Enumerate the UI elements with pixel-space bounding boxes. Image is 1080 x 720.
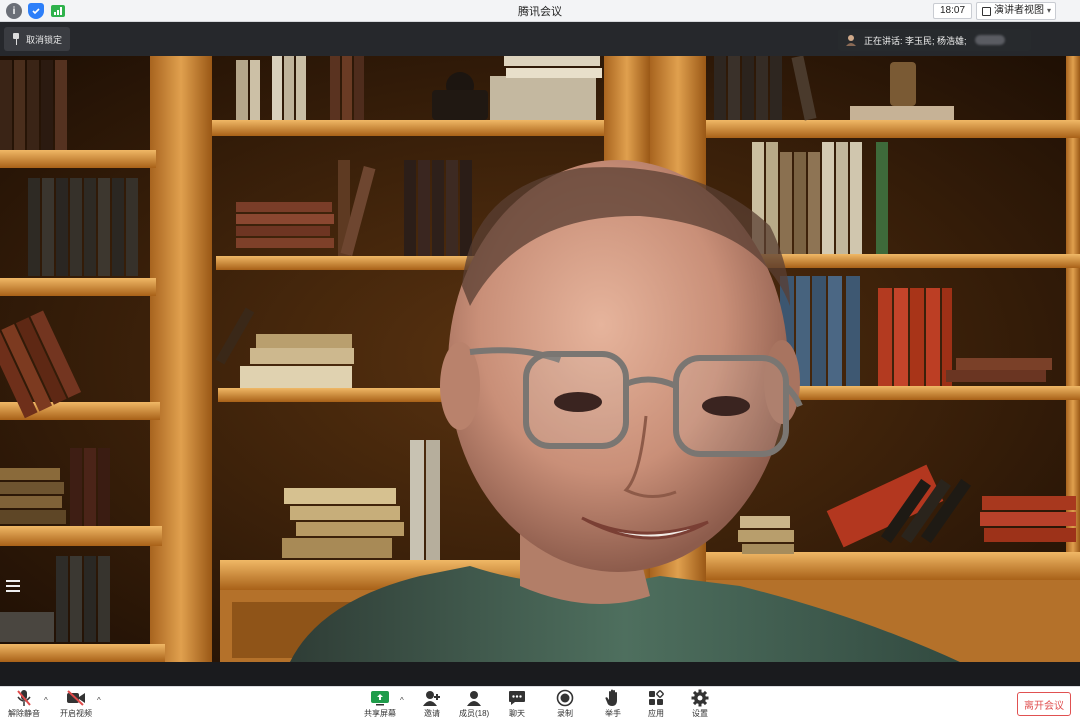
apps-button[interactable]: 应用	[646, 689, 666, 719]
chevron-down-icon: ▾	[1046, 6, 1051, 15]
invite-label: 邀请	[424, 709, 440, 718]
meeting-clock: 18:07	[933, 3, 973, 19]
raise-hand-label: 举手	[605, 709, 621, 718]
speaking-label: 正在讲话: 李玉民; 杨浩雄;	[864, 35, 967, 46]
apps-icon	[646, 689, 666, 707]
add-user-icon	[422, 689, 442, 707]
share-screen-icon	[370, 689, 390, 707]
video-off-icon	[66, 689, 86, 707]
raise-hand-button[interactable]: 举手	[603, 689, 623, 719]
chat-label: 聊天	[509, 709, 525, 718]
unmute-button[interactable]: 解除静音	[8, 689, 40, 719]
invite-button[interactable]: 邀请	[422, 689, 442, 719]
app-title: 腾讯会议	[518, 6, 562, 18]
gear-icon	[690, 689, 710, 707]
video-bottom-strip	[0, 662, 1080, 686]
record-button[interactable]: 录制	[555, 689, 575, 719]
share-screen-button[interactable]: 共享屏幕	[364, 689, 396, 719]
speaker-view-icon	[982, 6, 991, 16]
view-switch-label: 演讲者视图	[994, 5, 1044, 16]
hand-icon	[603, 689, 623, 707]
members-button[interactable]: 成员(18)	[459, 689, 489, 719]
unpin-button[interactable]: 取消锁定	[4, 27, 71, 51]
video-area[interactable]: 取消锁定 正在讲话: 李玉民; 杨浩雄;	[0, 22, 1080, 686]
window-titlebar: i 腾讯会议 18:07 演讲者视图 ▾	[0, 0, 1080, 22]
list-icon[interactable]	[6, 580, 20, 594]
leave-meeting-button[interactable]: 离开会议	[1017, 692, 1071, 716]
speaker-avatar-icon	[846, 35, 856, 46]
settings-button[interactable]: 设置	[690, 689, 710, 719]
participant-video	[0, 56, 1080, 662]
chat-icon	[507, 689, 527, 707]
meeting-toolbar: 解除静音 ^ 开启视频 ^ 共享屏幕 ^ 邀请 成员(18) 聊天 录制 举手 …	[0, 686, 1080, 720]
members-label: 成员(18)	[459, 709, 490, 718]
share-options-chevron-icon[interactable]: ^	[400, 696, 404, 705]
blurred-name	[974, 35, 1005, 45]
audio-options-chevron-icon[interactable]: ^	[44, 696, 48, 705]
members-icon	[464, 689, 484, 707]
start-video-label: 开启视频	[60, 709, 92, 718]
video-options-chevron-icon[interactable]: ^	[97, 696, 101, 705]
unmute-label: 解除静音	[8, 709, 40, 718]
apps-label: 应用	[648, 709, 664, 718]
record-icon	[555, 689, 575, 707]
start-video-button[interactable]: 开启视频	[60, 689, 92, 719]
unpin-label: 取消锁定	[26, 34, 63, 45]
speaking-indicator: 正在讲话: 李玉民; 杨浩雄;	[838, 29, 1031, 51]
muted-microphone-icon	[14, 689, 34, 707]
settings-label: 设置	[692, 709, 708, 718]
pin-icon	[12, 33, 20, 45]
record-label: 录制	[557, 709, 573, 718]
view-switch-dropdown[interactable]: 演讲者视图 ▾	[976, 2, 1056, 20]
chat-button[interactable]: 聊天	[507, 689, 527, 719]
share-screen-label: 共享屏幕	[364, 709, 396, 718]
